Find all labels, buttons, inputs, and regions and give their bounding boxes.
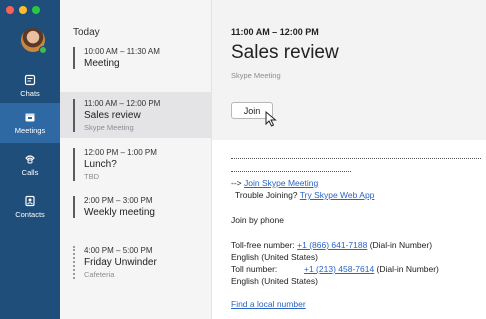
detail-time: 11:00 AM – 12:00 PM (231, 27, 319, 37)
meeting-detail: 11:00 AM – 12:00 PM Sales review Skype M… (212, 0, 486, 319)
detail-title: Sales review (231, 42, 339, 63)
event-title: Sales review (84, 110, 141, 121)
tollfree-region: English (United States) (231, 252, 318, 262)
list-item[interactable]: 10:00 AM – 11:30 AM Meeting (73, 47, 212, 69)
list-item[interactable]: 2:00 PM – 3:00 PM Weekly meeting (73, 196, 212, 218)
event-subtitle: TBD (84, 172, 99, 181)
find-local-number-link[interactable]: Find a local number (231, 299, 306, 309)
detail-header (212, 0, 486, 140)
tollfree-suffix: (Dial-in Number) (367, 240, 433, 250)
detail-subtitle: Skype Meeting (231, 71, 281, 80)
trouble-line: Trouble Joining? Try Skype Web App (235, 190, 374, 200)
event-time: 4:00 PM – 5:00 PM (84, 246, 153, 255)
meeting-list-content: Today 10:00 AM – 11:30 AM Meeting 11:00 … (60, 0, 212, 319)
toll-suffix: (Dial-in Number) (374, 264, 439, 274)
minimize-window-button[interactable] (19, 6, 27, 14)
event-title: Lunch? (84, 159, 117, 170)
chat-icon (24, 74, 36, 86)
divider (231, 171, 351, 172)
divider (231, 158, 481, 159)
skype-web-app-link[interactable]: Try Skype Web App (300, 190, 375, 200)
join-skype-line: --> Join Skype Meeting (231, 178, 318, 188)
toll-label: Toll number: (231, 264, 278, 274)
list-heading: Today (73, 27, 100, 38)
pointer-cursor-icon (265, 111, 277, 127)
list-item[interactable]: 4:00 PM – 5:00 PM Friday Unwinder Cafete… (73, 246, 212, 279)
tollfree-line: Toll-free number: +1 (866) 641-7188 (Dia… (231, 240, 432, 250)
find-local-number-line: Find a local number (231, 299, 306, 309)
nav-label-meetings: Meetings (14, 126, 46, 135)
nav-label-calls: Calls (21, 168, 39, 177)
nav-item-calls[interactable]: Calls (0, 145, 60, 185)
list-item[interactable]: 12:00 PM – 1:00 PM Lunch? TBD (73, 148, 212, 181)
event-title: Meeting (84, 58, 120, 69)
join-by-phone-heading: Join by phone (231, 215, 284, 225)
calendar-icon (25, 113, 35, 122)
tollfree-number-link[interactable]: +1 (866) 641-7188 (297, 240, 367, 250)
nav-item-meetings[interactable]: Meetings (0, 103, 60, 143)
toll-number-link[interactable]: +1 (213) 458-7614 (304, 264, 374, 274)
event-subtitle: Cafeteria (84, 270, 115, 279)
event-time: 11:00 AM – 12:00 PM (84, 99, 161, 108)
window-controls (6, 6, 40, 14)
tollfree-label: Toll-free number: (231, 240, 298, 250)
join-skype-prefix: --> (231, 178, 244, 188)
contacts-icon (25, 195, 35, 207)
event-time: 10:00 AM – 11:30 AM (84, 47, 160, 56)
event-time: 2:00 PM – 3:00 PM (84, 196, 153, 205)
toll-line: Toll number: +1 (213) 458-7614 (Dial-in N… (231, 264, 439, 274)
nav-item-contacts[interactable]: Contacts (0, 187, 60, 227)
trouble-prefix: Trouble Joining? (235, 190, 300, 200)
event-title: Friday Unwinder (84, 257, 157, 268)
presence-indicator (39, 46, 47, 54)
zoom-window-button[interactable] (32, 6, 40, 14)
nav-label-contacts: Contacts (15, 210, 45, 219)
nav-label-chats: Chats (20, 89, 40, 98)
nav-item-chats[interactable]: Chats (0, 66, 60, 106)
nav-rail: Chats Meetings Calls Contacts (0, 0, 60, 319)
phone-icon (25, 155, 35, 164)
toll-region: English (United States) (231, 276, 318, 286)
join-skype-link[interactable]: Join Skype Meeting (244, 178, 318, 188)
event-title: Weekly meeting (84, 207, 155, 218)
list-item-selected[interactable]: 11:00 AM – 12:00 PM Sales review Skype M… (73, 99, 212, 132)
event-time: 12:00 PM – 1:00 PM (84, 148, 157, 157)
event-subtitle: Skype Meeting (84, 123, 134, 132)
close-window-button[interactable] (6, 6, 14, 14)
